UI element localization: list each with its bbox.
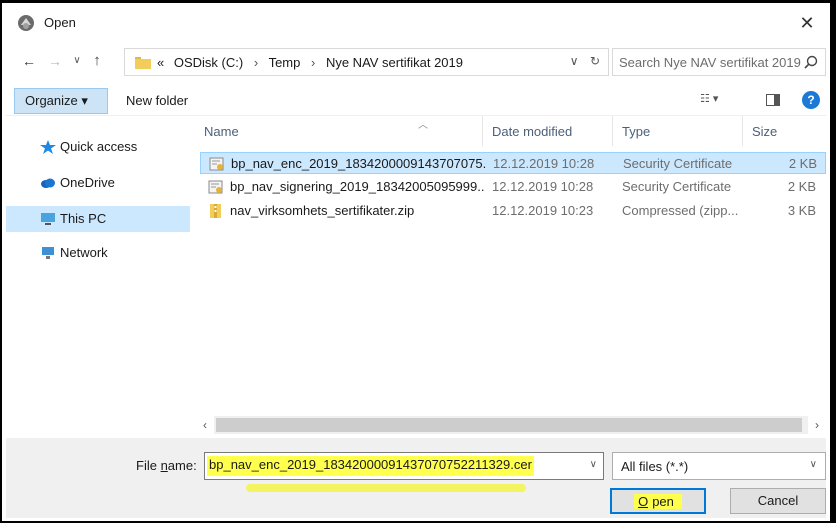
file-type-value: All files (*.*) [621,459,689,474]
sidebar-item-this-pc[interactable]: This PC [6,206,190,232]
sidebar-item-label: Network [60,245,108,260]
search-box[interactable]: Search Nye NAV sertifikat 2019 [612,48,826,76]
sidebar-item-label: OneDrive [60,175,115,190]
file-size: 2 KB [788,156,817,171]
breadcrumb: « OSDisk (C:) › Temp › Nye NAV sertifika… [157,55,463,70]
view-options-icon[interactable]: ☷ ▾ [700,92,736,110]
column-separator[interactable] [742,116,743,146]
certificate-icon [208,180,223,194]
scroll-left-icon[interactable]: ‹ [196,416,214,434]
file-name-input[interactable]: bp_nav_enc_2019_183420000914370707522113… [204,452,604,480]
back-arrow-icon[interactable]: ← [20,50,38,72]
command-bar: Organize ▾ New folder ☷ ▾ ? [6,86,826,116]
scrollbar-thumb[interactable] [216,418,802,432]
file-selection-area: File name: bp_nav_enc_2019_1834200009143… [6,438,826,518]
cancel-button[interactable]: Cancel [730,488,826,514]
zip-folder-icon [210,204,221,218]
file-type-select[interactable]: All files (*.*) ∨ [612,452,826,480]
file-name: bp_nav_signering_2019_18342005095999... [230,179,485,194]
up-arrow-icon[interactable]: ↑ [88,50,106,72]
navigation-bar: ← → ∨ ↑ « OSDisk (C:) › Temp › Nye NAV s… [6,46,826,76]
file-type: Compressed (zipp... [622,203,739,218]
organize-button[interactable]: Organize ▾ [14,88,108,114]
window-edge [830,0,836,523]
file-name-value[interactable]: bp_nav_enc_2019_183420000914370707522113… [207,456,534,476]
file-name: bp_nav_enc_2019_1834200009143707075... [231,156,486,171]
preview-pane-icon[interactable] [766,94,780,106]
file-type: Security Certificate [623,156,733,171]
highlighter-mark [246,484,526,492]
open-button[interactable]: Open [610,488,706,514]
label-accelerator: n [160,458,168,473]
label-part: pen [648,494,678,509]
chevron-down-icon[interactable]: ∨ [570,54,579,68]
sidebar-item-label: This PC [60,211,107,226]
close-icon[interactable]: ✕ [796,12,818,34]
chevron-down-icon[interactable]: ∨ [810,459,817,470]
file-name: nav_virksomhets_sertifikater.zip [230,203,415,218]
column-separator[interactable] [612,116,613,146]
chevron-right-icon[interactable]: › [311,55,315,70]
address-bar[interactable]: « OSDisk (C:) › Temp › Nye NAV sertifika… [124,48,609,76]
breadcrumb-overflow[interactable]: « [157,55,164,70]
label-part: File [136,458,161,473]
sidebar-item-onedrive[interactable]: OneDrive [6,170,190,196]
cloud-icon [41,178,55,188]
file-row[interactable]: nav_virksomhets_sertifikater.zip 12.12.2… [200,200,826,222]
label-part: ame: [167,458,197,473]
file-name-label: File name: [136,458,197,473]
app-icon [18,15,34,31]
file-date: 12.12.2019 10:28 [492,179,594,194]
network-icon [42,247,54,259]
label-accelerator: O [638,494,649,509]
star-icon [40,140,56,154]
column-header-size[interactable]: Size [752,124,777,139]
file-size: 2 KB [787,179,816,194]
file-row[interactable]: bp_nav_signering_2019_18342005095999... … [200,176,826,198]
column-header-type[interactable]: Type [622,124,650,139]
scroll-right-icon[interactable]: › [808,416,826,434]
column-separator[interactable] [482,116,483,146]
file-size: 3 KB [787,203,816,218]
file-date: 12.12.2019 10:23 [492,203,594,218]
file-row[interactable]: bp_nav_enc_2019_1834200009143707075... 1… [200,152,826,174]
column-header-name[interactable]: Name [204,124,239,139]
chevron-right-icon[interactable]: › [254,55,258,70]
refresh-icon[interactable]: ↻ [590,54,600,68]
new-folder-button[interactable]: New folder [126,93,188,108]
help-icon[interactable]: ? [802,91,820,109]
horizontal-scrollbar[interactable]: ‹ › [196,416,826,434]
sidebar-item-label: Quick access [60,139,138,154]
breadcrumb-item-current[interactable]: Nye NAV sertifikat 2019 [326,55,463,70]
open-label: Open [634,494,682,509]
search-icon[interactable] [803,54,819,70]
column-header-date[interactable]: Date modified [492,124,572,139]
file-list: ︿ Name Date modified Type Size bp_nav_en… [196,116,826,426]
certificate-icon [209,157,224,171]
computer-icon [41,213,55,225]
search-input[interactable]: Search Nye NAV sertifikat 2019 [619,55,801,70]
navigation-pane: Quick access OneDrive This PC Network [6,120,192,430]
file-type: Security Certificate [622,179,732,194]
sort-ascending-icon: ︿ [418,120,428,131]
file-date: 12.12.2019 10:28 [493,156,595,171]
recent-locations-chevron-icon[interactable]: ∨ [68,50,86,72]
sidebar-item-network[interactable]: Network [6,240,190,266]
window-title: Open [44,15,76,30]
address-controls: ∨ ↻ [570,54,600,68]
folder-icon [135,57,151,69]
forward-arrow-icon[interactable]: → [46,50,64,72]
breadcrumb-item-osdisk[interactable]: OSDisk (C:) [174,55,243,70]
breadcrumb-item-temp[interactable]: Temp [269,55,301,70]
title-bar: Open ✕ [6,10,826,36]
chevron-down-icon[interactable]: ∨ [590,459,597,470]
sidebar-item-quick-access[interactable]: Quick access [6,134,190,160]
